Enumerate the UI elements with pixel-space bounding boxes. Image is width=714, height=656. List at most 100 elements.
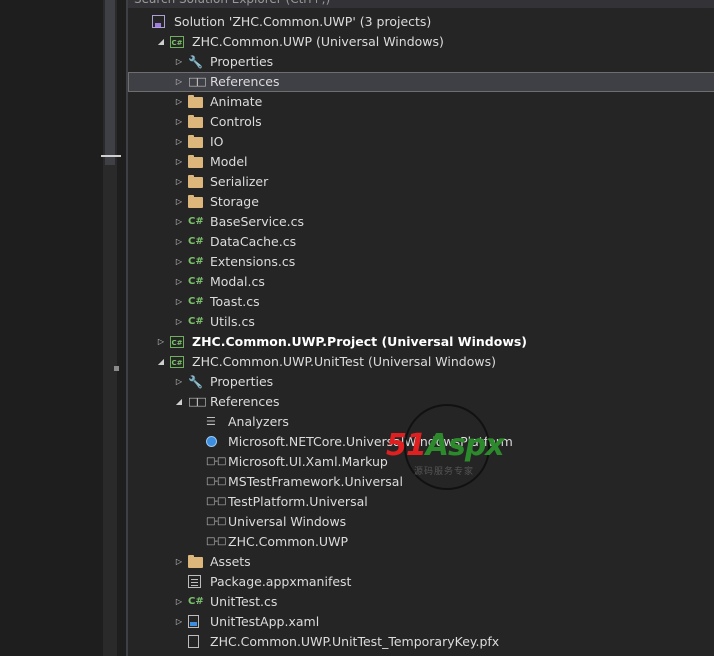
collapsed-arrow-icon[interactable]: ▷ bbox=[174, 92, 184, 112]
collapsed-arrow-icon[interactable]: ▷ bbox=[174, 612, 184, 632]
reference-icon: □-□ bbox=[206, 516, 227, 527]
collapsed-arrow-icon[interactable]: ▷ bbox=[174, 232, 184, 252]
tree-item-file-toast[interactable]: ▷ C# Toast.cs bbox=[128, 292, 714, 312]
reference-icon: □-□ bbox=[206, 536, 227, 547]
tree-item-proj-project[interactable]: ▷ C# ZHC.Common.UWP.Project (Universal Win… bbox=[128, 332, 714, 352]
tree-item-references-1[interactable]: ▷ □□ References bbox=[128, 72, 714, 92]
tree-item-properties-1[interactable]: ▷ 🔧 Properties bbox=[128, 52, 714, 72]
csharp-file-icon: C# bbox=[188, 216, 204, 227]
csharp-file-icon: C# bbox=[188, 236, 204, 247]
tree-item-label: Modal.cs bbox=[210, 274, 265, 289]
expanded-arrow-icon[interactable]: ◢ bbox=[174, 392, 184, 412]
collapsed-arrow-icon[interactable]: ▷ bbox=[174, 172, 184, 192]
tree-item-label: References bbox=[210, 394, 280, 409]
folder-icon bbox=[188, 195, 203, 208]
tree-item-references-2[interactable]: ◢ □□ References bbox=[128, 392, 714, 412]
tree-item-file-unittest[interactable]: ▷ C# UnitTest.cs bbox=[128, 592, 714, 612]
collapsed-arrow-icon[interactable]: ▷ bbox=[174, 72, 184, 92]
editor-pane bbox=[0, 0, 124, 656]
tree-item-label: Model bbox=[210, 154, 248, 169]
tree-item-solution[interactable]: Solution 'ZHC.Common.UWP' (3 projects) bbox=[128, 12, 714, 32]
collapsed-arrow-icon[interactable]: ▷ bbox=[174, 132, 184, 152]
folder-icon bbox=[188, 155, 203, 168]
tree-item-label: BaseService.cs bbox=[210, 214, 304, 229]
collapsed-arrow-icon[interactable]: ▷ bbox=[174, 552, 184, 572]
search-input[interactable]: Search Solution Explorer (Ctrl+;) bbox=[128, 0, 714, 8]
tree-item-label: Serializer bbox=[210, 174, 269, 189]
tree-item-label: UnitTestApp.xaml bbox=[210, 614, 320, 629]
tree-item-folder-controls[interactable]: ▷ Controls bbox=[128, 112, 714, 132]
collapsed-arrow-icon[interactable]: ▷ bbox=[174, 292, 184, 312]
tree-item-folder-storage[interactable]: ▷ Storage bbox=[128, 192, 714, 212]
tree-item-proj-unittest[interactable]: ◢ C# ZHC.Common.UWP.UnitTest (Universal Wi… bbox=[128, 352, 714, 372]
scroll-position-marker bbox=[101, 155, 121, 157]
tree-item-label: ZHC.Common.UWP bbox=[228, 534, 348, 549]
collapsed-arrow-icon[interactable]: ▷ bbox=[174, 312, 184, 332]
tree-item-file-manifest[interactable]: Package.appxmanifest bbox=[128, 572, 714, 592]
collapsed-arrow-icon[interactable]: ▷ bbox=[174, 52, 184, 72]
tree-item-label: Analyzers bbox=[228, 414, 289, 429]
tree-item-label: Utils.cs bbox=[210, 314, 255, 329]
tree-item-properties-2[interactable]: ▷ 🔧 Properties bbox=[128, 372, 714, 392]
collapsed-arrow-icon[interactable]: ▷ bbox=[174, 192, 184, 212]
tree-item-label: Microsoft.UI.Xaml.Markup bbox=[228, 454, 388, 469]
tree-item-ref-testplatform[interactable]: □-□ TestPlatform.Universal bbox=[128, 492, 714, 512]
netcore-icon bbox=[206, 436, 217, 447]
tree-item-file-modal[interactable]: ▷ C# Modal.cs bbox=[128, 272, 714, 292]
collapsed-arrow-icon[interactable]: ▷ bbox=[174, 372, 184, 392]
collapsed-arrow-icon[interactable]: ▷ bbox=[174, 272, 184, 292]
tree-item-label: Microsoft.NETCore.UniversalWindowsPlatfo… bbox=[228, 434, 513, 449]
tree-item-proj-common[interactable]: ◢ C# ZHC.Common.UWP (Universal Windows) bbox=[128, 32, 714, 52]
collapsed-arrow-icon[interactable]: ▷ bbox=[174, 212, 184, 232]
collapsed-arrow-icon[interactable]: ▷ bbox=[174, 592, 184, 612]
solution-tree: Solution 'ZHC.Common.UWP' (3 projects) ◢ C… bbox=[128, 12, 714, 652]
tree-item-file-unittestapp[interactable]: ▷ UnitTestApp.xaml bbox=[128, 612, 714, 632]
tree-item-file-utils[interactable]: ▷ C# Utils.cs bbox=[128, 312, 714, 332]
collapsed-arrow-icon[interactable]: ▷ bbox=[174, 112, 184, 132]
csharp-project-icon: C# bbox=[170, 356, 184, 368]
csharp-file-icon: C# bbox=[188, 256, 204, 267]
references-icon: □□ bbox=[188, 75, 207, 88]
reference-icon: □-□ bbox=[206, 496, 227, 507]
tree-item-label: DataCache.cs bbox=[210, 234, 297, 249]
reference-icon: □-□ bbox=[206, 476, 227, 487]
tree-item-folder-animate[interactable]: ▷ Animate bbox=[128, 92, 714, 112]
tree-item-folder-serializer[interactable]: ▷ Serializer bbox=[128, 172, 714, 192]
folder-icon bbox=[188, 175, 203, 188]
folder-icon bbox=[188, 115, 203, 128]
tree-item-ref-uwp[interactable]: □-□ Universal Windows bbox=[128, 512, 714, 532]
csharp-file-icon: C# bbox=[188, 276, 204, 287]
tree-item-folder-model[interactable]: ▷ Model bbox=[128, 152, 714, 172]
folder-icon bbox=[188, 95, 203, 108]
manifest-icon bbox=[188, 575, 201, 588]
tree-item-ref-zhc[interactable]: □-□ ZHC.Common.UWP bbox=[128, 532, 714, 552]
tree-item-label: ZHC.Common.UWP.Project (Universal Window… bbox=[192, 334, 528, 349]
tree-item-file-datacache[interactable]: ▷ C# DataCache.cs bbox=[128, 232, 714, 252]
expanded-arrow-icon[interactable]: ◢ bbox=[156, 32, 166, 52]
tree-item-label: Toast.cs bbox=[210, 294, 260, 309]
tree-item-ref-analyzers[interactable]: ☰ Analyzers bbox=[128, 412, 714, 432]
tree-item-ref-xamlmarkup[interactable]: □-□ Microsoft.UI.Xaml.Markup bbox=[128, 452, 714, 472]
tree-item-label: UnitTest.cs bbox=[210, 594, 278, 609]
tree-item-label: MSTestFramework.Universal bbox=[228, 474, 403, 489]
tree-item-file-pfx[interactable]: ZHC.Common.UWP.UnitTest_TemporaryKey.pfx bbox=[128, 632, 714, 652]
tree-item-folder-io[interactable]: ▷ IO bbox=[128, 132, 714, 152]
tree-item-file-extensions[interactable]: ▷ C# Extensions.cs bbox=[128, 252, 714, 272]
analyzer-icon: ☰ bbox=[206, 415, 216, 428]
tree-item-ref-netcore[interactable]: Microsoft.NETCore.UniversalWindowsPlatfo… bbox=[128, 432, 714, 452]
expanded-arrow-icon[interactable]: ◢ bbox=[156, 352, 166, 372]
tree-item-label: References bbox=[210, 74, 280, 89]
tree-item-folder-assets[interactable]: ▷ Assets bbox=[128, 552, 714, 572]
collapsed-arrow-icon[interactable]: ▷ bbox=[156, 332, 166, 352]
tree-item-label: Controls bbox=[210, 114, 262, 129]
tree-item-ref-mstest[interactable]: □-□ MSTestFramework.Universal bbox=[128, 472, 714, 492]
editor-scrollbar-thumb[interactable] bbox=[105, 0, 115, 165]
tree-item-label: Solution 'ZHC.Common.UWP' (3 projects) bbox=[174, 14, 432, 29]
tree-item-label: Package.appxmanifest bbox=[210, 574, 352, 589]
collapsed-arrow-icon[interactable]: ▷ bbox=[174, 152, 184, 172]
tree-item-file-baseservice[interactable]: ▷ C# BaseService.cs bbox=[128, 212, 714, 232]
collapsed-arrow-icon[interactable]: ▷ bbox=[174, 252, 184, 272]
tree-item-label: Assets bbox=[210, 554, 251, 569]
tree-item-label: Storage bbox=[210, 194, 259, 209]
solution-icon bbox=[152, 15, 165, 28]
